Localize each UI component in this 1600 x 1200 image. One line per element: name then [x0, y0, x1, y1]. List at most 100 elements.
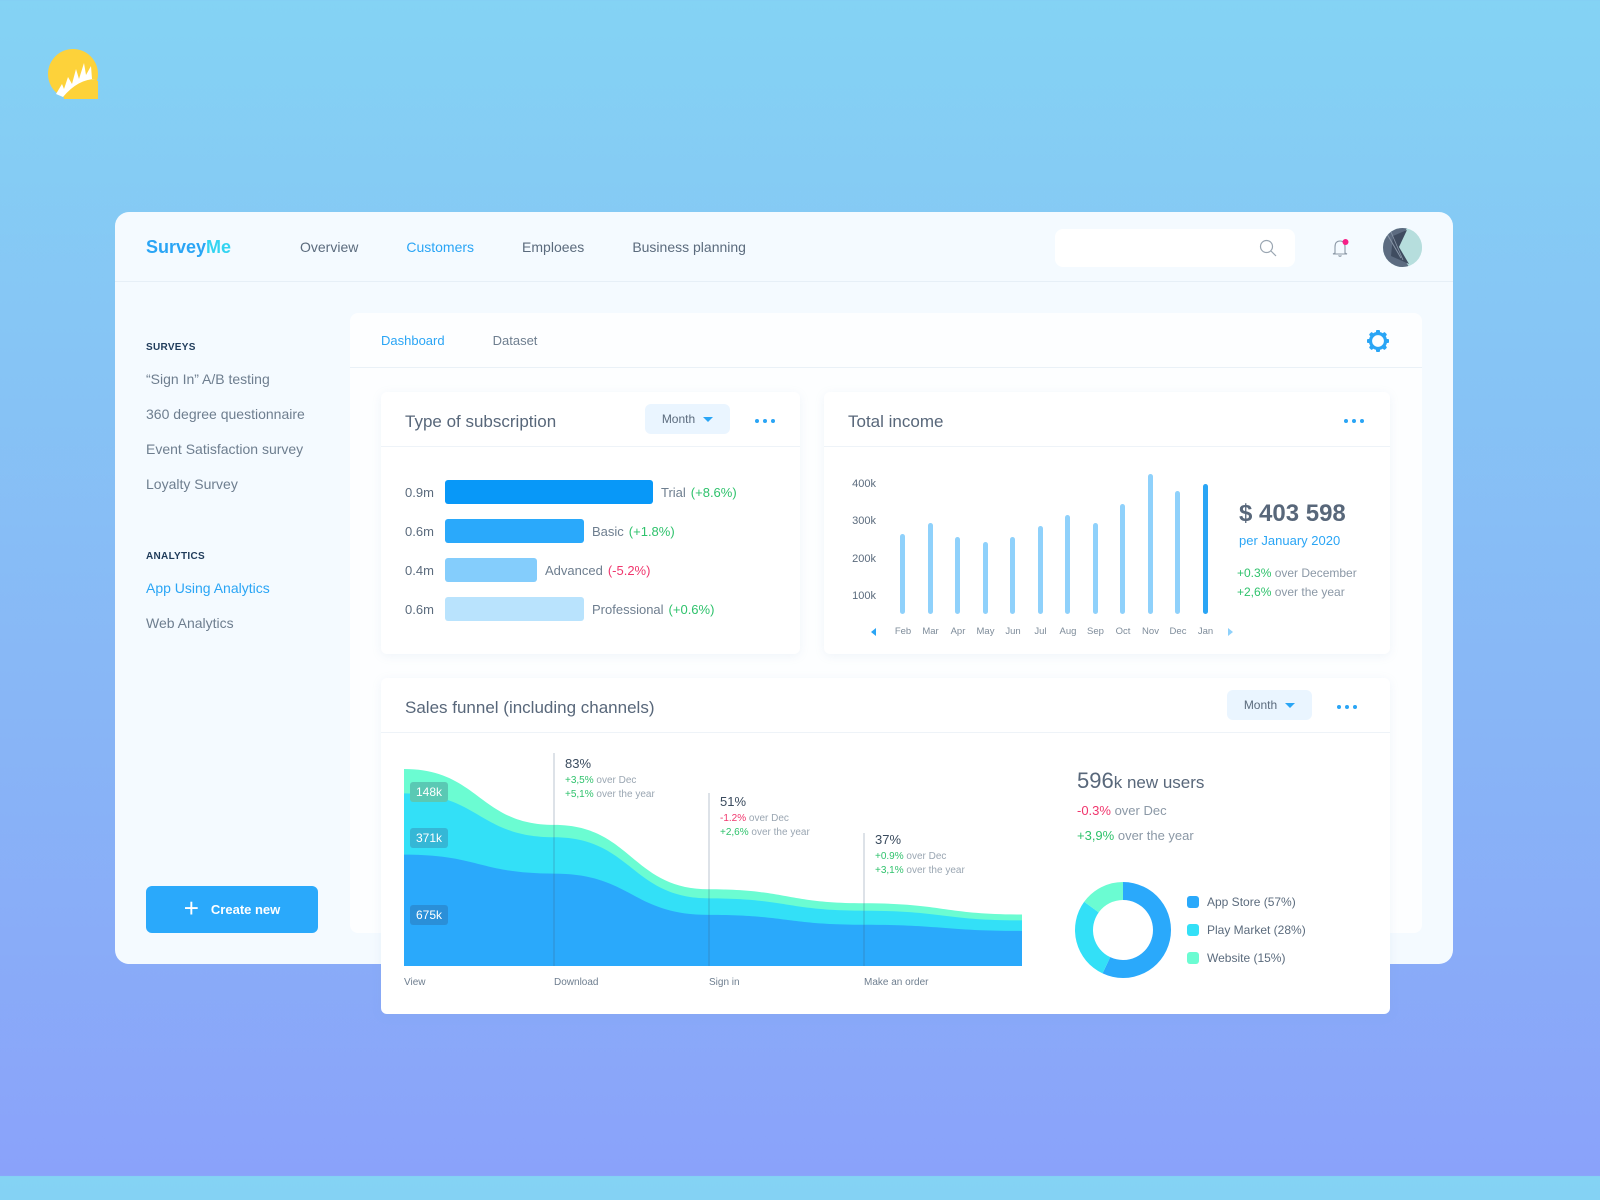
notification-dot — [1342, 239, 1349, 245]
subscription-period-dropdown[interactable]: Month — [645, 404, 730, 434]
nav-overview[interactable]: Overview — [300, 239, 358, 255]
tab-dataset[interactable]: Dataset — [493, 333, 538, 348]
analytics-list: App Using Analytics Web Analytics — [146, 580, 346, 650]
x-tick-label: Feb — [894, 626, 912, 637]
subscription-row: 0.6m Professional (+0.6%) — [405, 597, 714, 621]
funnel-step-percent: 83% — [565, 756, 592, 771]
x-tick-label: Dec — [1169, 626, 1187, 637]
new-users-stat-year: +3,9% over the year — [1077, 828, 1194, 843]
subscription-card: Type of subscription Month 0.9m Trial (+8.… — [381, 392, 800, 654]
income-bar-dec[interactable] — [1175, 490, 1180, 614]
caret-down-icon — [1285, 702, 1296, 708]
subscription-value: 0.4m — [405, 562, 434, 578]
sidebar-item-web-analytics[interactable]: Web Analytics — [146, 615, 346, 650]
x-tick-label: Sep — [1087, 626, 1104, 637]
x-tick-label: Mar — [922, 626, 939, 637]
funnel-step-percent: 37% — [875, 832, 902, 847]
income-bar-oct[interactable] — [1120, 503, 1125, 614]
income-bar-sep[interactable] — [1092, 523, 1098, 614]
funnel-value-chip: 148k — [410, 782, 449, 802]
funnel-step-change-year: +3,1% over the year — [875, 865, 965, 876]
income-bar-apr[interactable] — [955, 536, 960, 614]
more-options-icon[interactable] — [751, 415, 779, 427]
y-tick-label: 100k — [852, 590, 876, 602]
nav-customers[interactable]: Customers — [406, 239, 474, 255]
sales-funnel-card: Sales funnel (including channels) Month … — [381, 678, 1390, 1014]
search-icon[interactable] — [1259, 239, 1277, 262]
subscription-bar[interactable] — [445, 558, 537, 582]
funnel-step-change-dec: +0.9% over Dec — [875, 851, 947, 862]
y-tick-label: 400k — [852, 478, 876, 490]
next-period-arrow-icon[interactable] — [1228, 628, 1233, 636]
income-bar-jul[interactable] — [1037, 526, 1043, 614]
caret-down-icon — [703, 416, 714, 422]
brand-suffix: Me — [206, 237, 232, 257]
sidebar-item-360-questionnaire[interactable]: 360 degree questionnaire — [146, 406, 346, 441]
x-tick-label: Nov — [1142, 626, 1159, 637]
notification-bell-icon[interactable] — [1330, 237, 1352, 264]
income-total: $ 403 598 — [1239, 500, 1346, 527]
funnel-step-label: Make an order — [864, 977, 929, 988]
card-divider — [824, 446, 1390, 447]
subscription-row: 0.9m Trial (+8.6%) — [405, 480, 737, 504]
tabs-divider — [350, 367, 1422, 368]
brand-name: Survey — [146, 237, 207, 257]
sidebar-item-loyalty-survey[interactable]: Loyalty Survey — [146, 476, 346, 511]
x-tick-label: Apr — [950, 626, 966, 637]
income-period: per January 2020 — [1239, 533, 1341, 548]
funnel-period-dropdown[interactable]: Month — [1227, 690, 1312, 720]
income-bar-nov[interactable] — [1147, 473, 1153, 614]
x-tick-label: May — [976, 626, 995, 637]
tabs: Dashboard Dataset — [381, 333, 537, 348]
prev-period-arrow-icon[interactable] — [871, 628, 876, 636]
income-bar-jun[interactable] — [1010, 536, 1015, 614]
y-tick-label: 300k — [852, 515, 876, 527]
gear-icon[interactable] — [1366, 329, 1390, 358]
x-tick-label: Oct — [1115, 626, 1131, 637]
income-bar-feb[interactable] — [900, 533, 905, 614]
legend-swatch — [1187, 896, 1199, 908]
brand-logo[interactable]: SurveyMe — [146, 237, 231, 258]
analytics-heading: ANALYTICS — [146, 551, 206, 562]
subscription-name: Trial — [661, 484, 686, 500]
card-divider — [381, 446, 800, 447]
sun-logo-icon — [48, 49, 98, 99]
search-input[interactable] — [1067, 229, 1257, 267]
user-avatar[interactable] — [1383, 228, 1422, 267]
income-bar-jan[interactable] — [1202, 483, 1208, 614]
nav-employees[interactable]: Emploees — [522, 239, 584, 255]
income-bar-may[interactable] — [982, 542, 988, 614]
subscription-bar[interactable] — [445, 480, 653, 504]
funnel-step-label: Download — [554, 977, 599, 988]
subscription-value: 0.9m — [405, 484, 434, 500]
legend-item: App Store (57%) — [1187, 895, 1296, 909]
donut-slice-play-market[interactable] — [1075, 901, 1111, 974]
nav-business-planning[interactable]: Business planning — [632, 239, 746, 255]
main-nav: Overview Customers Emploees Business pla… — [300, 239, 746, 255]
legend-label: App Store (57%) — [1207, 895, 1296, 909]
sidebar-item-sign-in-ab[interactable]: “Sign In” A/B testing — [146, 371, 346, 406]
search-box — [1055, 229, 1295, 267]
create-new-button[interactable]: + Create new — [146, 886, 318, 933]
funnel-title: Sales funnel (including channels) — [405, 698, 655, 717]
subscription-name: Basic — [592, 523, 624, 539]
sidebar-item-app-analytics[interactable]: App Using Analytics — [146, 580, 346, 615]
subscription-bar[interactable] — [445, 597, 584, 621]
new-users-total: 596k new users — [1077, 768, 1205, 793]
tab-dashboard[interactable]: Dashboard — [381, 333, 445, 348]
income-bar-aug[interactable] — [1065, 514, 1070, 614]
subscription-bar[interactable] — [445, 519, 584, 543]
subscription-change: (-5.2%) — [607, 562, 651, 578]
funnel-step-percent: 51% — [720, 794, 747, 809]
income-title: Total income — [848, 412, 944, 431]
y-tick-label: 200k — [852, 553, 876, 565]
channel-donut-chart — [1075, 882, 1171, 978]
more-options-icon[interactable] — [1333, 701, 1361, 713]
funnel-value-chip: 675k — [410, 905, 449, 925]
legend-item: Website (15%) — [1187, 951, 1285, 965]
sidebar-item-event-satisfaction[interactable]: Event Satisfaction survey — [146, 441, 346, 476]
top-bar: SurveyMe Overview Customers Emploees Bus… — [115, 212, 1453, 282]
more-options-icon[interactable] — [1340, 415, 1368, 427]
funnel-step-change-dec: -1.2% over Dec — [720, 813, 789, 824]
income-bar-mar[interactable] — [927, 523, 933, 614]
